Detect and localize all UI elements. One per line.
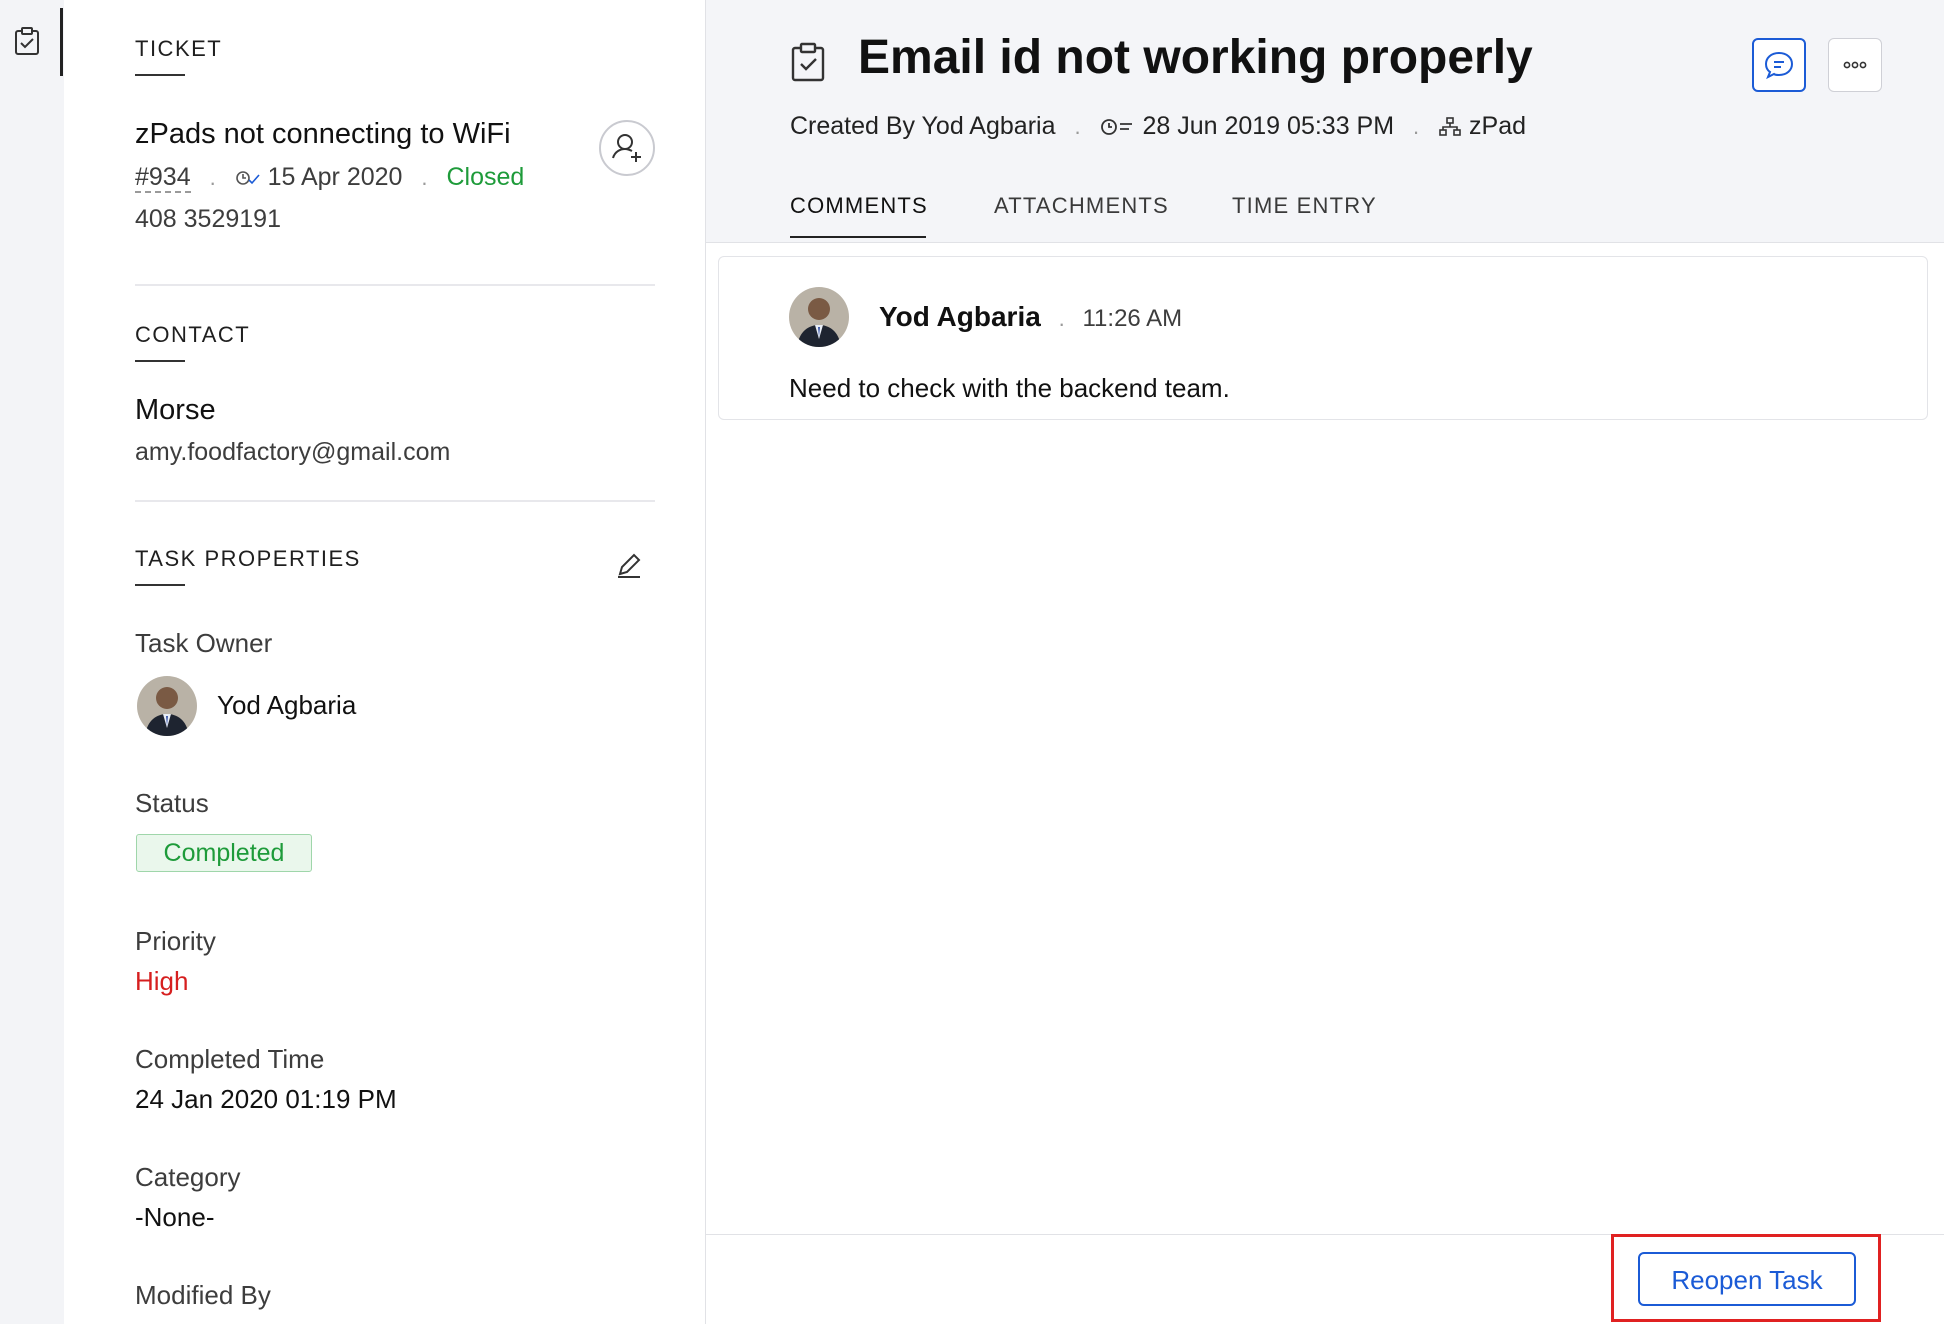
separator-dot: . — [421, 165, 428, 190]
chat-bubble-icon — [1754, 51, 1804, 94]
ticket-date: 15 Apr 2020 — [267, 163, 403, 191]
ticket-number[interactable]: #934 — [135, 163, 191, 193]
modified-by-label: Modified By — [135, 1280, 271, 1310]
section-divider — [135, 284, 655, 286]
comment-button[interactable] — [1752, 38, 1806, 92]
task-detail-panel: Email id not working properly Created By… — [706, 0, 1944, 1324]
comment-author[interactable]: Yod Agbaria — [879, 301, 1041, 332]
comment-text: Need to check with the backend team. — [789, 373, 1230, 403]
separator-dot: . — [1413, 114, 1420, 139]
priority-value: High — [135, 966, 189, 996]
icon-rail — [0, 0, 65, 1324]
contact-name[interactable]: Morse — [135, 394, 216, 427]
task-header: Email id not working properly Created By… — [706, 0, 1944, 243]
clock-due-icon — [1100, 112, 1143, 140]
clock-check-icon — [235, 163, 268, 191]
edit-pencil-icon[interactable] — [614, 550, 644, 585]
more-options-button[interactable] — [1828, 38, 1882, 92]
task-clipboard-icon — [790, 42, 826, 87]
task-properties-underline — [135, 584, 185, 586]
contact-email[interactable]: amy.foodfactory@gmail.com — [135, 438, 450, 467]
created-time: 28 Jun 2019 05:33 PM — [1142, 112, 1395, 140]
task-meta: Created By Yod Agbaria . 28 Jun 2019 05:… — [790, 112, 1526, 141]
status-badge: Completed — [136, 834, 312, 872]
category-value: -None- — [135, 1202, 215, 1232]
priority-label: Priority — [135, 926, 216, 956]
ticket-subject[interactable]: zPads not connecting to WiFi — [135, 118, 511, 151]
category-label: Category — [135, 1162, 241, 1192]
ticket-section-title: TICKET — [135, 36, 223, 61]
separator-dot: . — [209, 165, 216, 190]
comment-card: Yod Agbaria . 11:26 AM Need to check wit… — [718, 256, 1928, 420]
separator-dot: . — [1074, 114, 1081, 139]
comment-time: 11:26 AM — [1082, 305, 1183, 332]
ticket-section-underline — [135, 74, 185, 76]
more-dots-icon — [1829, 61, 1881, 95]
completed-time-value: 24 Jan 2020 01:19 PM — [135, 1084, 397, 1114]
created-by: Created By Yod Agbaria — [790, 112, 1056, 140]
assign-contact-button[interactable] — [599, 120, 655, 176]
task-owner-name[interactable]: Yod Agbaria — [217, 690, 356, 721]
section-divider — [135, 500, 655, 502]
department-icon — [1438, 112, 1469, 140]
details-panel: TICKET zPads not connecting to WiFi #934… — [64, 0, 706, 1324]
comment-header: Yod Agbaria . 11:26 AM — [879, 301, 1182, 333]
completed-time-label: Completed Time — [135, 1044, 325, 1074]
owner-avatar — [137, 676, 197, 736]
comment-author-avatar — [789, 287, 849, 347]
tab-comments[interactable]: COMMENTS — [790, 193, 928, 219]
contact-section-title: CONTACT — [135, 322, 251, 347]
task-clipboard-icon[interactable] — [12, 26, 42, 56]
tab-attachments[interactable]: ATTACHMENTS — [994, 193, 1169, 219]
active-tab-underline — [790, 236, 926, 238]
department-name: zPad — [1469, 112, 1527, 140]
separator-dot: . — [1058, 306, 1065, 331]
tab-time-entry[interactable]: TIME ENTRY — [1232, 193, 1377, 219]
contact-section-underline — [135, 360, 185, 362]
ticket-status: Closed — [446, 163, 525, 191]
active-rail-marker — [60, 8, 63, 76]
task-owner-label: Task Owner — [135, 628, 273, 658]
task-properties-title: TASK PROPERTIES — [135, 546, 361, 571]
ticket-meta: #934 . 15 Apr 2020 . Closed — [135, 163, 525, 193]
reopen-task-button[interactable]: Reopen Task — [1638, 1252, 1856, 1306]
status-label: Status — [135, 788, 209, 818]
ticket-phone: 408 3529191 — [135, 205, 281, 233]
task-title: Email id not working properly — [858, 31, 1533, 84]
add-user-icon — [601, 134, 653, 178]
